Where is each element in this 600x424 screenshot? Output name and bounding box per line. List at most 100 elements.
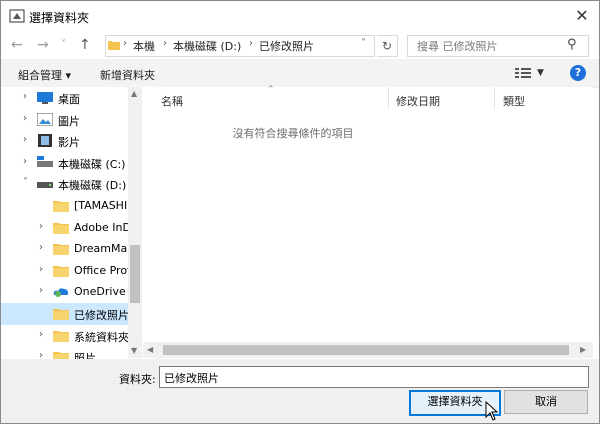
chevron-right-icon[interactable]: › xyxy=(39,221,43,232)
search-placeholder: 搜尋 已修改照片 xyxy=(417,40,498,53)
chevron-right-icon[interactable]: › xyxy=(23,134,27,145)
nav-item-label: Adobe InDes xyxy=(74,220,128,234)
search-icon[interactable]: ⚲ xyxy=(567,37,577,52)
folder-name-value: 已修改照片 xyxy=(164,372,219,385)
view-dropdown-icon[interactable]: ▼ xyxy=(537,68,544,78)
chevron-right-icon: › xyxy=(163,38,167,49)
folder-icon xyxy=(53,222,69,234)
folder-icon xyxy=(53,309,69,320)
new-folder-button[interactable]: 新增資料夾 xyxy=(100,67,155,83)
drive-d-icon xyxy=(37,182,53,189)
help-button[interactable]: ? xyxy=(570,65,586,81)
nav-item[interactable]: › 系統資料夾 xyxy=(1,325,129,347)
column-header-type[interactable]: 類型 xyxy=(503,93,525,109)
nav-item-label: OneDrive xyxy=(74,285,126,299)
forward-button[interactable]: → xyxy=(37,37,49,53)
scroll-left-icon[interactable]: ◀ xyxy=(147,345,153,354)
refresh-button[interactable]: ↻ xyxy=(377,35,398,57)
pictures-icon xyxy=(37,112,53,126)
folder-icon xyxy=(53,330,69,342)
folder-icon xyxy=(53,352,69,359)
chevron-right-icon: › xyxy=(123,38,127,49)
nav-item-label: Office Profes xyxy=(74,263,128,277)
window-title: 選擇資料夾 xyxy=(29,11,90,25)
nav-item-label: 本機磁碟 (C:) xyxy=(58,157,126,171)
nav-item-label: 系統資料夾 xyxy=(74,330,128,344)
content-scrollbar-thumb[interactable] xyxy=(163,345,569,355)
breadcrumb-drive-d[interactable]: 本機磁碟 (D:) xyxy=(173,38,241,54)
arrow-left-icon: ← xyxy=(11,37,23,53)
scroll-down-icon[interactable]: ▼ xyxy=(131,346,137,355)
app-icon xyxy=(9,9,25,23)
nav-scrollbar-thumb[interactable] xyxy=(130,245,140,303)
nav-item[interactable]: › 本機磁碟 (C:) xyxy=(1,152,129,174)
folder-label: 資料夾: xyxy=(119,373,156,386)
videos-icon xyxy=(38,134,52,148)
folder-icon xyxy=(53,201,69,212)
chevron-right-icon[interactable]: › xyxy=(39,329,43,340)
recent-locations-button[interactable]: ˅ xyxy=(61,39,66,50)
refresh-icon: ↻ xyxy=(381,39,393,53)
mouse-cursor-icon xyxy=(485,401,499,421)
scroll-right-icon[interactable]: ▶ xyxy=(580,345,586,354)
chevron-right-icon[interactable]: › xyxy=(23,91,27,102)
chevron-right-icon[interactable]: › xyxy=(23,113,27,124)
breadcrumb-this-pc[interactable]: 本機 xyxy=(133,38,155,54)
command-bar xyxy=(1,59,599,88)
nav-item[interactable]: 已修改照片 xyxy=(1,303,129,325)
column-header-modified[interactable]: 修改日期 xyxy=(396,93,440,109)
nav-scrollbar[interactable] xyxy=(128,87,142,358)
close-icon: ✕ xyxy=(575,6,589,25)
chevron-right-icon[interactable]: › xyxy=(39,242,43,253)
back-button[interactable]: ← xyxy=(11,37,23,53)
nav-item[interactable]: › 圖片 xyxy=(1,109,129,131)
help-icon: ? xyxy=(574,66,582,79)
chevron-down-icon[interactable]: ˅ xyxy=(23,177,28,188)
nav-item[interactable]: ˅ 本機磁碟 (D:) xyxy=(1,173,129,195)
desktop-icon xyxy=(37,92,53,104)
up-button[interactable]: ↑ xyxy=(79,37,91,53)
folder-icon xyxy=(108,41,120,50)
nav-item-label: 本機磁碟 (D:) xyxy=(58,179,127,193)
breadcrumb-folder[interactable]: 已修改照片 xyxy=(259,38,314,54)
arrow-up-icon: ↑ xyxy=(79,37,91,53)
column-header-name[interactable]: 名稱 xyxy=(161,93,183,109)
nav-item-label: DreamMail4 xyxy=(74,242,128,256)
view-options-icon[interactable] xyxy=(515,67,531,79)
nav-item-label: 影片 xyxy=(58,136,80,150)
folder-name-field[interactable] xyxy=(159,366,589,388)
nav-item[interactable]: › Adobe InDes xyxy=(1,217,129,239)
column-divider[interactable] xyxy=(388,87,389,109)
column-divider[interactable] xyxy=(494,87,495,109)
nav-item[interactable]: [TAMASHII]S xyxy=(1,195,129,217)
nav-item-label: 桌面 xyxy=(58,93,80,106)
folder-icon xyxy=(53,244,69,256)
chevron-right-icon: › xyxy=(249,38,253,49)
close-button[interactable]: ✕ xyxy=(571,5,593,27)
organize-menu[interactable]: 組合管理 ▾ xyxy=(18,67,71,83)
nav-item[interactable]: › 照片 xyxy=(1,346,129,359)
nav-item[interactable]: › 影片 xyxy=(1,130,129,152)
select-folder-dialog: 選擇資料夾 ✕ ← → ˅ ↑ › 本機 › 本機磁碟 (D:) › 已修改照片… xyxy=(0,0,600,424)
onedrive-icon xyxy=(53,288,69,298)
chevron-right-icon[interactable]: › xyxy=(39,285,43,296)
chevron-right-icon[interactable]: › xyxy=(23,156,27,167)
nav-item[interactable]: › 桌面 xyxy=(1,87,129,109)
arrow-right-icon: → xyxy=(37,37,49,53)
nav-item-label: [TAMASHII]S xyxy=(74,199,128,212)
address-dropdown-icon[interactable]: ˅ xyxy=(361,38,366,49)
title-bar xyxy=(1,1,599,31)
chevron-right-icon[interactable]: › xyxy=(39,264,43,275)
drive-c-icon xyxy=(37,155,53,167)
scroll-up-icon[interactable]: ▲ xyxy=(131,89,137,98)
nav-item-label: 圖片 xyxy=(58,114,80,128)
empty-message: 沒有符合搜尋條件的項目 xyxy=(232,127,354,140)
nav-item-label: 照片 xyxy=(74,352,96,359)
nav-item[interactable]: › OneDrive xyxy=(1,281,129,303)
cancel-button[interactable]: 取消 xyxy=(504,390,588,414)
chevron-right-icon[interactable]: › xyxy=(39,350,43,359)
nav-item[interactable]: › DreamMail4 xyxy=(1,238,129,260)
sort-up-icon: ⌃ xyxy=(267,85,275,95)
nav-item[interactable]: › Office Profes xyxy=(1,260,129,282)
nav-item-label: 已修改照片 xyxy=(74,309,128,322)
